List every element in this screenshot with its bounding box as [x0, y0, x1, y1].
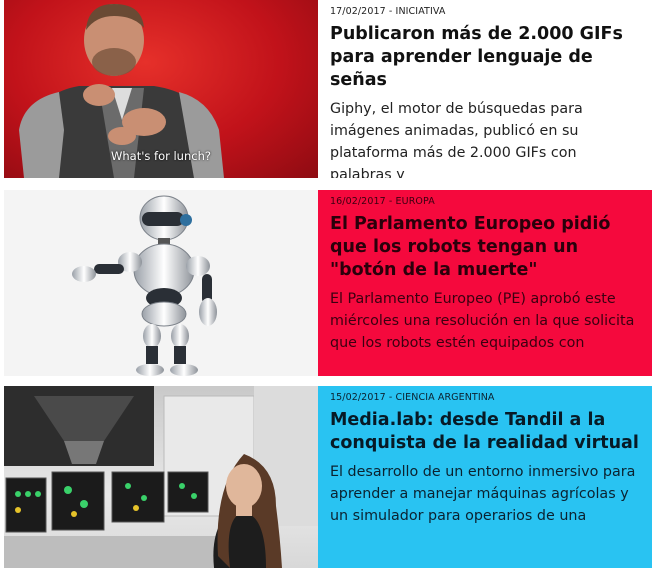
article-info: 15/02/2017 - CIENCIA ARGENTINA Media.lab… — [318, 386, 652, 568]
article-date: 16/02/2017 — [330, 196, 386, 207]
article-card[interactable]: What's for lunch? 17/02/2017 - INICIATIV… — [4, 0, 652, 178]
article-image-vr-lab[interactable] — [4, 386, 318, 568]
article-section[interactable]: EUROPA — [396, 196, 435, 207]
article-card[interactable]: 16/02/2017 - EUROPA El Parlamento Europe… — [4, 190, 652, 376]
article-meta: 17/02/2017 - INICIATIVA — [330, 6, 642, 17]
article-excerpt: El Parlamento Europeo (PE) aprobó este m… — [330, 291, 635, 351]
article-title[interactable]: Publicaron más de 2.000 GIFs para aprend… — [330, 23, 642, 92]
article-image-robot[interactable] — [4, 190, 318, 376]
robot-illustration — [72, 195, 217, 376]
article-image-sign-language[interactable]: What's for lunch? — [4, 0, 318, 178]
meta-separator: - — [385, 196, 396, 207]
article-meta: 15/02/2017 - CIENCIA ARGENTINA — [330, 392, 642, 403]
article-info: 16/02/2017 - EUROPA El Parlamento Europe… — [318, 190, 652, 376]
article-excerpt: El desarrollo de un entorno inmersivo pa… — [330, 464, 636, 524]
article-card[interactable]: 15/02/2017 - CIENCIA ARGENTINA Media.lab… — [4, 386, 652, 568]
article-meta: 16/02/2017 - EUROPA — [330, 196, 642, 207]
article-section[interactable]: INICIATIVA — [396, 6, 446, 17]
article-date: 17/02/2017 — [330, 6, 386, 17]
video-caption: What's for lunch? — [111, 149, 211, 163]
article-title[interactable]: Media.lab: desde Tandil a la conquista d… — [330, 409, 642, 455]
article-info: 17/02/2017 - INICIATIVA Publicaron más d… — [318, 0, 652, 178]
article-date: 15/02/2017 — [330, 392, 386, 403]
article-excerpt: Giphy, el motor de búsquedas para imágen… — [330, 101, 583, 178]
meta-separator: - — [385, 6, 396, 17]
meta-separator: - — [385, 392, 396, 403]
article-section[interactable]: CIENCIA ARGENTINA — [396, 392, 495, 403]
vr-lab-illustration — [4, 386, 318, 568]
article-title[interactable]: El Parlamento Europeo pidió que los robo… — [330, 213, 642, 282]
